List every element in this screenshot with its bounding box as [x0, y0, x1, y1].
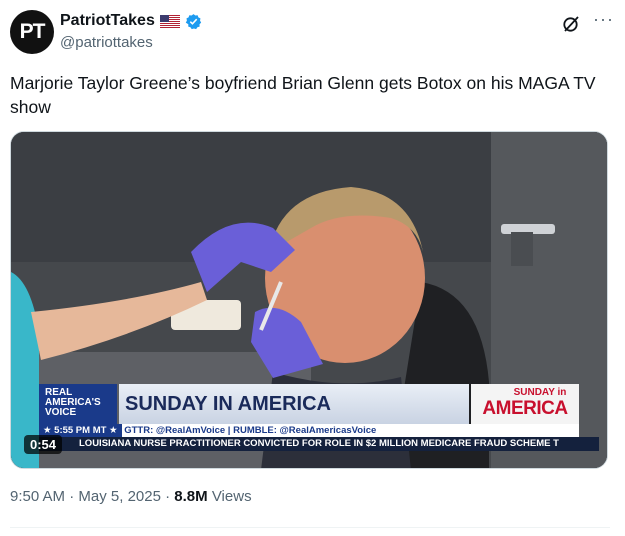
name-row: PatriotTakes [60, 12, 202, 30]
broadcast-socials: GTTR: @RealAmVoice | RUMBLE: @RealAmeric… [124, 425, 377, 436]
tweet-time[interactable]: 9:50 AM [10, 488, 65, 505]
video-duration-badge: 0:54 [24, 435, 63, 454]
divider [10, 527, 610, 528]
network-logo: REAL AMERICA'S VOICE [39, 384, 117, 424]
views-label: Views [207, 488, 252, 505]
verified-badge-icon [185, 13, 202, 29]
network-logo-line3: VOICE [45, 407, 77, 418]
meta-separator: · [65, 488, 79, 505]
show-logo: SUNDAY in AMERICA [471, 384, 579, 424]
tweet-text: Marjorie Taylor Greene’s boyfriend Brian… [10, 73, 596, 117]
broadcast-sub-bar: ★ 5:55 PM MT ★ GTTR: @RealAmVoice | RUMB… [39, 424, 579, 437]
broadcast-headline: SUNDAY IN AMERICA [119, 384, 469, 424]
author-handle[interactable]: @patriottakes [60, 34, 153, 51]
views-count[interactable]: 8.8M [174, 488, 207, 505]
show-logo-line1: SUNDAY in [513, 387, 567, 398]
tweet-meta: 9:50 AM · May 5, 2025 · 8.8M Views [10, 488, 252, 505]
news-ticker: LOUISIANA NURSE PRACTITIONER CONVICTED F… [39, 437, 599, 451]
us-flag-icon [159, 14, 180, 28]
meta-separator: · [160, 488, 175, 505]
author-display-name[interactable]: PatriotTakes [60, 12, 155, 30]
more-options-icon[interactable]: ··· [593, 10, 615, 32]
video-player[interactable]: REAL AMERICA'S VOICE SUNDAY IN AMERICA S… [10, 131, 608, 469]
tweet-header: PT PatriotTakes @patriottakes ··· [10, 8, 615, 58]
grok-icon[interactable] [561, 14, 581, 34]
broadcast-lower-third: REAL AMERICA'S VOICE SUNDAY IN AMERICA S… [39, 384, 599, 451]
show-logo-line2: AMERICA [482, 398, 568, 419]
tweet-date[interactable]: May 5, 2025 [78, 488, 161, 505]
avatar[interactable]: PT [10, 10, 54, 54]
